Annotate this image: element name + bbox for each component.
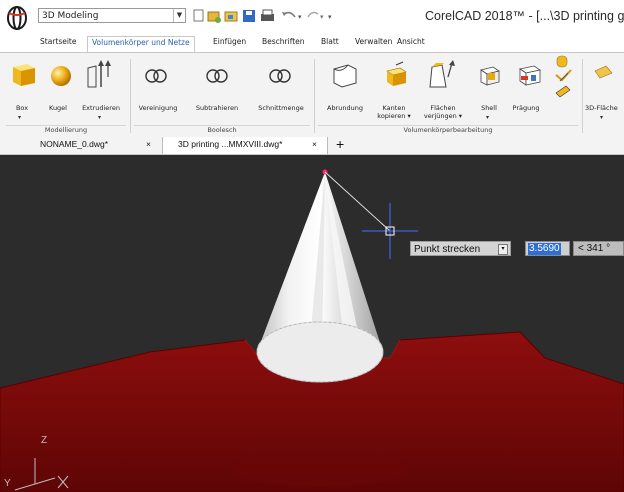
union-icon[interactable]: [145, 69, 167, 83]
workspace-select-value: 3D Modeling: [42, 11, 99, 21]
y-axis-label: Y: [4, 478, 11, 489]
svg-text:▾: ▾: [298, 14, 302, 21]
new-file-icon[interactable]: [193, 9, 204, 22]
doc-tab-3d-printing-close-icon[interactable]: ×: [312, 139, 317, 149]
undo-icon[interactable]: ▾: [282, 11, 302, 21]
document-tab-bar: NONAME_0.dwg* × 3D printing ...MMXVIII.d…: [0, 136, 624, 155]
ribbon-panel: Box ▾ Kugel Extrudieren ▾ Modellierung V…: [0, 52, 624, 138]
group-label-volumenkoerperbearbeitung: Volumenkörperbearbeitung: [403, 126, 493, 134]
box-dropdown-icon[interactable]: ▾: [18, 114, 21, 121]
tab-blatt[interactable]: Blatt: [321, 37, 339, 46]
distance-input-value: 3.5690: [528, 243, 561, 255]
subtract-icon[interactable]: [206, 69, 228, 83]
angle-input[interactable]: < 341 °: [573, 241, 624, 256]
ribbon-icons: [13, 55, 613, 98]
group-label-boolesch: Boolesch: [207, 126, 237, 134]
taper-faces-button-line1[interactable]: Flächen: [420, 104, 466, 112]
workspace-select[interactable]: 3D Modeling ▼: [38, 8, 186, 23]
solid-tool-erase-icon[interactable]: [555, 85, 571, 98]
emboss-button[interactable]: Prägung: [506, 104, 546, 112]
command-prompt-label: Punkt strecken: [414, 244, 481, 255]
quick-access-toolbar: ▾ ▾ ▾: [193, 9, 332, 23]
drawing-viewport[interactable]: Z Y Punkt strecken ▾ 3.5690 < 341 °: [0, 155, 624, 492]
extrude-dropdown-icon[interactable]: ▾: [98, 114, 101, 121]
group-separator: [582, 59, 583, 133]
copy-edges-button-line2[interactable]: kopieren ▾: [372, 112, 416, 120]
intersect-icon[interactable]: [269, 69, 291, 83]
group-separator: [314, 59, 315, 133]
fillet-icon[interactable]: [333, 64, 357, 88]
3d-face-dropdown-icon[interactable]: ▾: [600, 114, 603, 121]
fillet-button[interactable]: Abrundung: [318, 104, 372, 112]
doc-tab-noname[interactable]: NONAME_0.dwg*: [40, 139, 108, 149]
sphere-icon[interactable]: [51, 66, 71, 86]
taper-faces-button-line2[interactable]: verjüngen ▾: [416, 112, 470, 120]
customize-qat-icon[interactable]: ▾: [328, 14, 332, 21]
group-label-modellierung: Modellierung: [44, 126, 88, 134]
print-icon[interactable]: [261, 9, 274, 21]
tab-ansicht[interactable]: Ansicht: [397, 37, 425, 46]
box-icon[interactable]: [13, 64, 35, 86]
intersect-button[interactable]: Schnittmenge: [252, 104, 310, 112]
distance-input[interactable]: 3.5690: [525, 241, 570, 256]
extrude-button[interactable]: Extrudieren: [76, 104, 126, 112]
shell-icon[interactable]: [480, 66, 500, 86]
copy-edges-label: kopieren: [377, 112, 406, 120]
box-button[interactable]: Box: [8, 104, 36, 112]
3d-face-icon[interactable]: [594, 65, 613, 79]
subtract-button[interactable]: Subtrahieren: [190, 104, 244, 112]
tab-beschriften[interactable]: Beschriften: [262, 37, 305, 46]
title-bar: 3D Modeling ▼ ▾ ▾ ▾ CorelCAD 2018™ - [..…: [0, 0, 624, 36]
chevron-down-icon: ▾: [498, 244, 508, 255]
svg-text:▾: ▾: [320, 14, 324, 21]
corelcad-logo-icon[interactable]: [6, 6, 28, 30]
gear-hub-shading: [230, 454, 410, 486]
new-tab-plus-icon[interactable]: +: [336, 136, 344, 152]
save-icon[interactable]: [243, 10, 255, 22]
emboss-icon[interactable]: [518, 65, 542, 86]
doc-tab-noname-close-icon[interactable]: ×: [146, 139, 151, 149]
extrude-icon[interactable]: [87, 60, 111, 88]
union-button[interactable]: Vereinigung: [134, 104, 182, 112]
tab-verwalten[interactable]: Verwalten: [355, 37, 392, 46]
model-canvas: [0, 169, 624, 492]
shell-button[interactable]: Shell: [476, 104, 502, 112]
solid-tool-check-icon[interactable]: [555, 69, 572, 82]
redo-icon[interactable]: ▾: [307, 11, 324, 21]
solid-tool-cylinder-icon[interactable]: [556, 55, 568, 68]
copy-edges-button-line1[interactable]: Kanten: [376, 104, 412, 112]
copy-edges-icon[interactable]: [386, 61, 407, 86]
doc-tab-3d-printing[interactable]: 3D printing ...MMXVIII.dwg*: [178, 139, 282, 149]
3d-face-button[interactable]: 3D-Fläche: [585, 104, 624, 112]
z-axis-label: Z: [41, 435, 48, 446]
cone-model[interactable]: [256, 172, 384, 383]
open-folder-icon[interactable]: [224, 11, 238, 22]
open-file-icon[interactable]: [207, 11, 221, 23]
taper-faces-label: verjüngen: [423, 112, 457, 120]
tab-einfuegen[interactable]: Einfügen: [213, 37, 246, 46]
shell-dropdown-icon[interactable]: ▾: [486, 114, 489, 121]
ribbon-tab-bar: Startseite Volumenkörper und Netze Einfü…: [0, 36, 624, 54]
window-title: CorelCAD 2018™ - [...\3D printing g: [425, 9, 624, 23]
taper-faces-icon[interactable]: [429, 60, 455, 88]
chevron-down-icon: ▼: [173, 9, 185, 22]
sphere-button[interactable]: Kugel: [43, 104, 73, 112]
tab-startseite[interactable]: Startseite: [40, 37, 76, 46]
group-separator: [130, 59, 131, 133]
command-prompt-select[interactable]: Punkt strecken ▾: [410, 241, 511, 256]
